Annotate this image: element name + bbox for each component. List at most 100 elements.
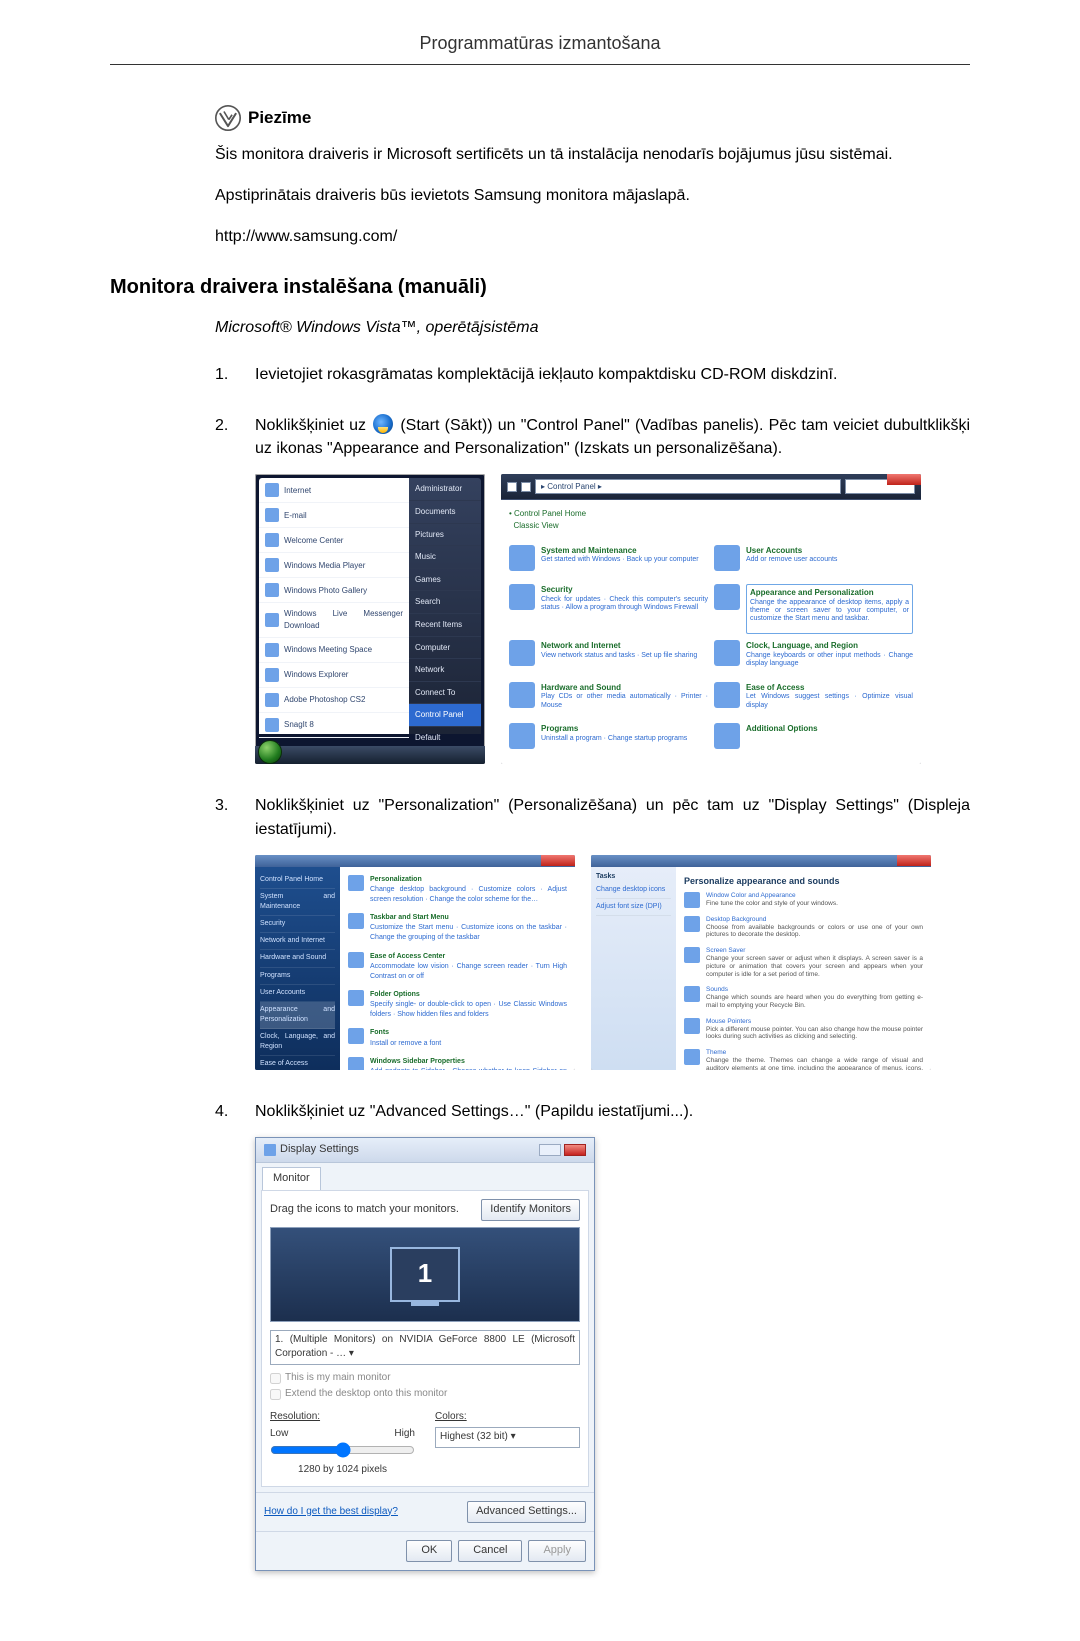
- theme-icon: [684, 1049, 700, 1065]
- start-button[interactable]: [258, 740, 282, 764]
- sidebar-item[interactable]: Appearance and Personalization: [260, 1002, 335, 1029]
- sidebar-item[interactable]: Network and Internet: [260, 933, 335, 950]
- start-right-control-panel[interactable]: Control Panel: [409, 704, 481, 727]
- section-heading: Monitora draivera instalēšana (manuāli): [110, 273, 970, 302]
- fonts-link[interactable]: FontsInstall or remove a font: [348, 1028, 567, 1048]
- breadcrumb[interactable]: ▸ Control Panel ▸: [535, 479, 841, 494]
- advanced-settings-button[interactable]: Advanced Settings...: [467, 1501, 586, 1523]
- sidebar-item[interactable]: Clock, Language, and Region: [260, 1029, 335, 1056]
- theme-link[interactable]: ThemeChange the theme. Themes can change…: [684, 1049, 923, 1070]
- gallery-icon: [265, 583, 279, 597]
- personalization-link[interactable]: PersonalizationChange desktop background…: [348, 875, 567, 905]
- monitor-dropdown[interactable]: 1. (Multiple Monitors) on NVIDIA GeForce…: [270, 1330, 580, 1365]
- start-right-item[interactable]: Documents: [409, 501, 481, 524]
- cp-network[interactable]: Network and InternetView network status …: [509, 640, 708, 676]
- cp-hardware[interactable]: Hardware and SoundPlay CDs or other medi…: [509, 682, 708, 718]
- sidebar-item[interactable]: System and Maintenance: [260, 889, 335, 916]
- cp-classic[interactable]: Classic View: [513, 521, 558, 530]
- mouse-link[interactable]: Mouse PointersPick a different mouse poi…: [684, 1018, 923, 1041]
- cp-ease[interactable]: Ease of AccessLet Windows suggest settin…: [714, 682, 913, 718]
- desktopbg-link[interactable]: Desktop BackgroundChoose from available …: [684, 916, 923, 939]
- close-icon[interactable]: [564, 1144, 586, 1156]
- shield-icon: [509, 584, 535, 610]
- wincolor-link[interactable]: Window Color and AppearanceFine tune the…: [684, 892, 923, 908]
- start-item[interactable]: E-mail: [259, 503, 409, 528]
- folder-icon: [348, 990, 364, 1006]
- sidebar-item[interactable]: User Accounts: [260, 985, 335, 1002]
- ease-icon: [348, 952, 364, 968]
- system-icon: [509, 545, 535, 571]
- cp-security[interactable]: SecurityCheck for updates · Check this c…: [509, 584, 708, 634]
- page-title: Programmatūras izmantošana: [110, 30, 970, 65]
- start-item[interactable]: SnagIt 8: [259, 713, 409, 738]
- sounds-link[interactable]: SoundsChange which sounds are heard when…: [684, 986, 923, 1009]
- taskbar-link[interactable]: Taskbar and Start MenuCustomize the Star…: [348, 913, 567, 943]
- cp-additional[interactable]: Additional Options: [714, 723, 913, 756]
- tab-monitor[interactable]: Monitor: [262, 1167, 321, 1190]
- cp-appearance[interactable]: Appearance and PersonalizationChange the…: [714, 584, 913, 634]
- start-item[interactable]: Windows Photo Gallery: [259, 578, 409, 603]
- sidebar-item[interactable]: Change desktop icons: [596, 882, 671, 899]
- start-right-item[interactable]: Music: [409, 546, 481, 569]
- figure-2-appearance: Control Panel Home System and Maintenanc…: [255, 855, 575, 1070]
- start-right-item[interactable]: Computer: [409, 637, 481, 660]
- cp-user-accounts[interactable]: User AccountsAdd or remove user accounts: [714, 545, 913, 578]
- clock-icon: [714, 640, 740, 666]
- cp-topbar: ▸ Control Panel ▸: [501, 474, 921, 500]
- start-item[interactable]: Windows Live Messenger Download: [259, 603, 409, 637]
- start-right-item[interactable]: Recent Items: [409, 614, 481, 637]
- sidebar-item[interactable]: Control Panel Home: [260, 872, 335, 889]
- minimize-icon[interactable]: [539, 1144, 561, 1156]
- close-icon[interactable]: [897, 855, 931, 866]
- cp-clock[interactable]: Clock, Language, and RegionChange keyboa…: [714, 640, 913, 676]
- start-item[interactable]: Windows Explorer: [259, 663, 409, 688]
- personalization-main: Personalize appearance and sounds Window…: [676, 867, 931, 1070]
- sidebar-item[interactable]: Programs: [260, 968, 335, 985]
- sidebar-item[interactable]: Ease of Access: [260, 1056, 335, 1069]
- start-item[interactable]: Windows Media Player: [259, 553, 409, 578]
- help-link[interactable]: How do I get the best display?: [264, 1505, 398, 1520]
- monitor-preview[interactable]: 1: [270, 1227, 580, 1322]
- appearance-main: PersonalizationChange desktop background…: [340, 867, 575, 1070]
- ok-button[interactable]: OK: [406, 1540, 452, 1562]
- meeting-icon: [265, 643, 279, 657]
- colors-label: Colors:: [435, 1410, 580, 1425]
- close-icon[interactable]: [887, 474, 921, 485]
- start-right-item[interactable]: Pictures: [409, 524, 481, 547]
- close-icon[interactable]: [541, 855, 575, 866]
- start-right-item[interactable]: Search: [409, 591, 481, 614]
- taskbar-icon: [348, 913, 364, 929]
- figure-1: Internet E-mail Welcome Center Windows M…: [255, 474, 970, 764]
- colors-dropdown[interactable]: Highest (32 bit) ▾: [435, 1427, 580, 1448]
- start-right-item[interactable]: Network: [409, 659, 481, 682]
- figure-2: Control Panel Home System and Maintenanc…: [255, 855, 970, 1070]
- ease-link[interactable]: Ease of Access CenterAccommodate low vis…: [348, 952, 567, 982]
- start-item[interactable]: Windows Meeting Space: [259, 638, 409, 663]
- identify-monitors-button[interactable]: Identify Monitors: [481, 1199, 580, 1221]
- dialog-title: Display Settings: [280, 1142, 359, 1158]
- monitor-1[interactable]: 1: [390, 1247, 460, 1302]
- start-item[interactable]: Internet: [259, 478, 409, 503]
- apply-button: Apply: [528, 1540, 586, 1562]
- cancel-button[interactable]: Cancel: [458, 1540, 522, 1562]
- cp-home[interactable]: Control Panel Home: [514, 509, 586, 518]
- start-right-item[interactable]: Connect To: [409, 682, 481, 705]
- start-right-item[interactable]: Administrator: [409, 478, 481, 501]
- screensaver-link[interactable]: Screen SaverChange your screen saver or …: [684, 947, 923, 978]
- chk-extend: [270, 1389, 281, 1400]
- note-icon: [215, 105, 241, 131]
- start-right-item[interactable]: Games: [409, 569, 481, 592]
- resolution-slider[interactable]: [270, 1442, 415, 1458]
- start-item[interactable]: Adobe Photoshop CS2: [259, 688, 409, 713]
- sidebar-item[interactable]: Adjust font size (DPI): [596, 899, 671, 916]
- cp-programs[interactable]: ProgramsUninstall a program · Change sta…: [509, 723, 708, 756]
- cp-system[interactable]: System and MaintenanceGet started with W…: [509, 545, 708, 578]
- folder-link[interactable]: Folder OptionsSpecify single- or double-…: [348, 990, 567, 1020]
- sidebar-item[interactable]: Security: [260, 916, 335, 933]
- sidebar-link[interactable]: Windows Sidebar PropertiesAdd gadgets to…: [348, 1057, 567, 1070]
- step-2a: Noklikšķiniet uz: [255, 417, 371, 434]
- start-item[interactable]: Welcome Center: [259, 528, 409, 553]
- forward-icon[interactable]: [521, 482, 531, 492]
- back-icon[interactable]: [507, 482, 517, 492]
- sidebar-item[interactable]: Hardware and Sound: [260, 950, 335, 967]
